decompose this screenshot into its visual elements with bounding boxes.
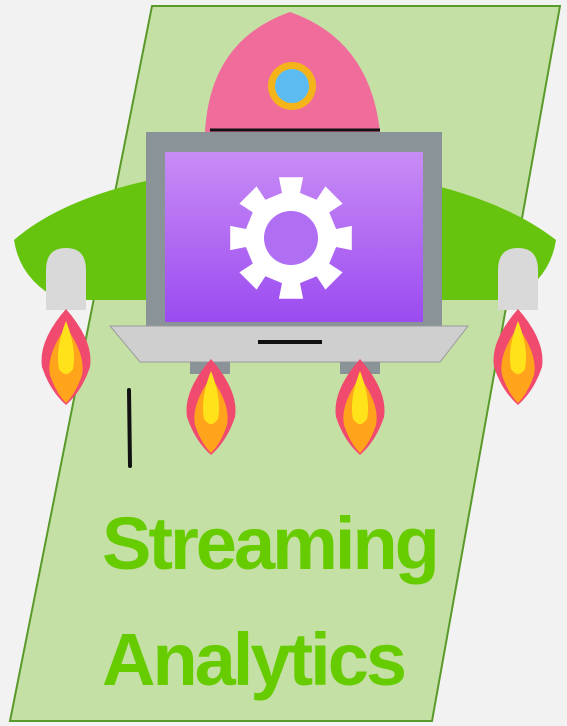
dash-mark xyxy=(127,388,132,468)
title-line-2: Analytics xyxy=(102,618,407,701)
gear-hole xyxy=(264,211,318,265)
page: Streaming Analytics xyxy=(0,0,567,726)
right-engine-pod xyxy=(498,248,538,310)
gear-icon xyxy=(230,177,352,299)
left-engine-pod xyxy=(46,248,86,310)
rocket-window xyxy=(275,69,309,103)
title-line-1: Streaming xyxy=(102,502,440,585)
